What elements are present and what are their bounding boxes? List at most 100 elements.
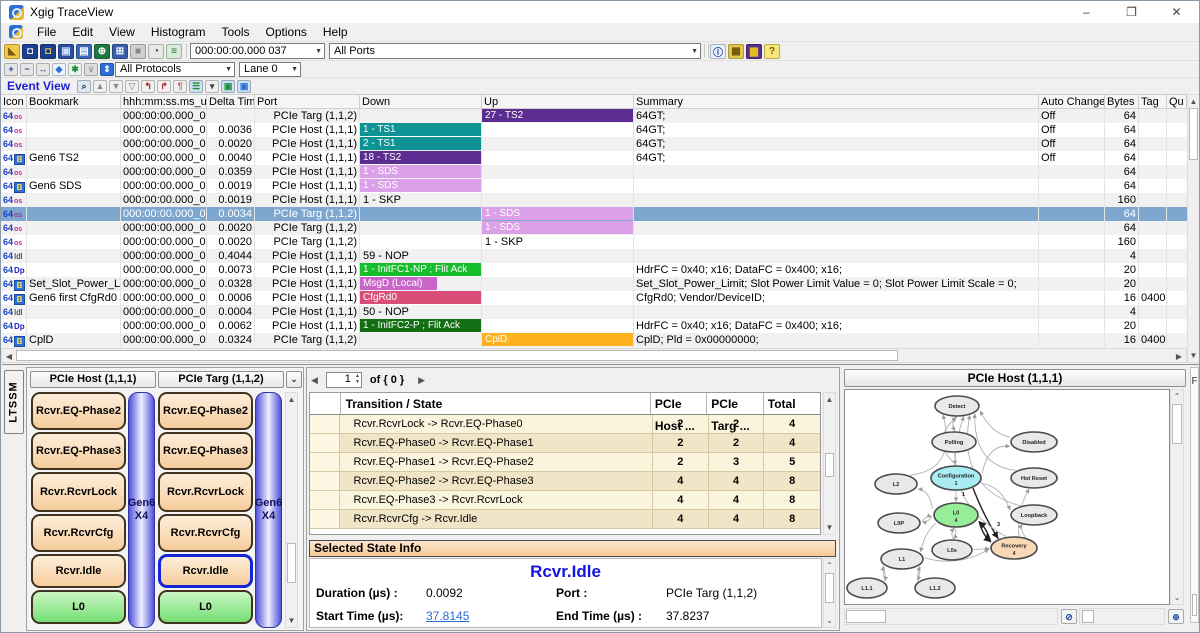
menu-view[interactable]: View	[101, 23, 143, 41]
ltssm-state-rcvr-rcvrlock[interactable]: Rcvr.RcvrLock	[31, 472, 126, 512]
trace-row[interactable]: 64BGen6 SDS000:00:00.000_0370.0019PCIe H…	[1, 179, 1189, 193]
diagram-zoom-slider[interactable]	[1079, 608, 1165, 625]
nav-prev-icon[interactable]: ◀	[311, 375, 318, 386]
column-header-icon[interactable]: Icon	[1, 95, 27, 108]
restore-button[interactable]: ❐	[1109, 1, 1154, 23]
column-header-qu[interactable]: Qu	[1167, 95, 1187, 108]
traffic-light-icon[interactable]: ☰	[189, 80, 203, 93]
save-icon[interactable]: ▣	[58, 44, 74, 59]
ltssm-state-rcvr-eq-phase2[interactable]: Rcvr.EQ-Phase2	[31, 392, 126, 430]
ltssm-host-header[interactable]: PCIe Host (1,1,1)	[30, 371, 156, 388]
clock-icon[interactable]: ◔	[148, 44, 164, 59]
down-triangle-icon[interactable]: ▼	[109, 80, 123, 93]
table-vscrollbar[interactable]: ▲ ▼	[1187, 94, 1200, 363]
trace-row[interactable]: 64Idl000:00:00.000_0380.0004PCIe Host (1…	[1, 305, 1189, 319]
histogram-view-icon[interactable]: ▆	[746, 44, 762, 59]
protocols-combo[interactable]: All Protocols ▼	[115, 62, 235, 77]
trace-row[interactable]: 64Idl000:00:00.000_0380.4044PCIe Host (1…	[1, 249, 1189, 263]
start-time-link[interactable]: 37.8145	[426, 609, 556, 623]
transition-index-spinner[interactable]: 1 ▲▼	[326, 372, 362, 388]
ltssm-state-rcvr-eq-phase3[interactable]: Rcvr.EQ-Phase3	[31, 432, 126, 470]
state-node-l12[interactable]: L1.2	[915, 578, 955, 598]
vertical-sync-icon[interactable]: ⇕	[100, 63, 114, 76]
menu-options[interactable]: Options	[258, 23, 315, 41]
menu-tools[interactable]: Tools	[214, 23, 258, 41]
zoom-out-icon[interactable]: −	[20, 63, 34, 76]
image-map-icon[interactable]: ▦	[728, 44, 744, 59]
transition-row[interactable]: Rcvr.EQ-Phase2 -> Rcvr.EQ-Phase3448	[310, 472, 820, 491]
column-header-delta-time[interactable]: Delta Time	[207, 95, 255, 108]
state-node-l0s[interactable]: L0s	[932, 540, 972, 560]
diagram-hscrollbar[interactable]	[844, 608, 1058, 625]
ports-combo[interactable]: All Ports ▼	[329, 43, 701, 59]
up-triangle-icon[interactable]: ▲	[93, 80, 107, 93]
column-header-down[interactable]: Down	[360, 95, 482, 108]
caret-down-icon[interactable]: ▾	[205, 80, 219, 93]
column-header-hhh-mm-ss-ms-us[interactable]: hhh:mm:ss.ms_us	[121, 95, 207, 108]
close-button[interactable]: ✕	[1154, 1, 1199, 23]
compare-right-icon[interactable]: ▣	[237, 80, 251, 93]
ltssm-vscrollbar[interactable]: ▲ ▼	[285, 392, 298, 628]
snowflake-icon[interactable]: ✱	[68, 63, 82, 76]
trace-row[interactable]: 64os000:00:00.000_0370.0034PCIe Targ (1,…	[1, 207, 1189, 221]
column-header-bytes[interactable]: Bytes	[1105, 95, 1139, 108]
trace-row[interactable]: 64os000:00:00.000_0370.0019PCIe Host (1,…	[1, 193, 1189, 207]
inspect-page-icon[interactable]: ⌕	[77, 80, 91, 93]
fit-width-icon[interactable]: ↔	[36, 63, 50, 76]
timer-info-icon[interactable]: ⓘ	[710, 44, 726, 59]
ltssm-state-rcvr-idle[interactable]: Rcvr.Idle	[158, 554, 253, 588]
tag-icon[interactable]: ◆	[52, 63, 66, 76]
menu-file[interactable]: File	[29, 23, 64, 41]
state-node-recovery[interactable]: Recovery4	[991, 537, 1037, 559]
state-node-l1[interactable]: L1	[881, 549, 923, 569]
trace-row[interactable]: 64os000:00:00.000_037PCIe Targ (1,1,2)27…	[1, 109, 1189, 123]
ltssm-state-rcvr-rcvrcfg[interactable]: Rcvr.RcvrCfg	[158, 514, 253, 552]
trace-row[interactable]: 64BSet_Slot_Power_Limit000:00:00.000_038…	[1, 277, 1189, 291]
export-trace-icon[interactable]: ◘	[22, 44, 38, 59]
state-node-l11[interactable]: L1.1	[847, 578, 887, 598]
ltssm-state-l0[interactable]: L0	[31, 590, 126, 624]
transition-row[interactable]: Rcvr.EQ-Phase3 -> Rcvr.RcvrLock448	[310, 491, 820, 510]
state-node-l0p[interactable]: L0P	[878, 513, 920, 533]
transition-row[interactable]: Rcvr.RcvrLock -> Rcvr.EQ-Phase0224	[310, 415, 820, 434]
trace-row[interactable]: 64Dp000:00:00.000_0380.0062PCIe Host (1,…	[1, 319, 1189, 333]
trace-row[interactable]: 64os000:00:00.000_0370.0020PCIe Targ (1,…	[1, 235, 1189, 249]
compare-left-icon[interactable]: ▣	[221, 80, 235, 93]
menu-help[interactable]: Help	[315, 23, 356, 41]
transition-vscrollbar[interactable]: ▲ ▼	[823, 392, 836, 535]
trace-row[interactable]: 64os000:00:00.000_0370.0020PCIe Targ (1,…	[1, 221, 1189, 235]
column-header-bookmark[interactable]: Bookmark	[27, 95, 121, 108]
help-icon[interactable]: ?	[764, 44, 780, 59]
zoom-in-icon[interactable]: +	[4, 63, 18, 76]
diagram-vscrollbar[interactable]: ⌃ ⌄	[1170, 389, 1184, 605]
table-hscrollbar[interactable]: ◀ ▶	[1, 348, 1187, 363]
column-header-up[interactable]: Up	[482, 95, 634, 108]
trace-row[interactable]: 64BGen6 TS2000:00:00.000_0370.0040PCIe H…	[1, 151, 1189, 165]
trace-row[interactable]: 64os000:00:00.000_0370.0036PCIe Host (1,…	[1, 123, 1189, 137]
stop-icon[interactable]: ■	[130, 44, 146, 59]
ltssm-tab[interactable]: LTSSM	[4, 370, 24, 434]
filter-funnel-icon[interactable]: ▽	[125, 80, 139, 93]
jump-back-icon[interactable]: ↰	[141, 80, 155, 93]
state-node-polling[interactable]: Polling	[932, 432, 976, 452]
state-node-configuration[interactable]: Configuration1	[931, 466, 981, 490]
save-all-icon[interactable]: ▤	[76, 44, 92, 59]
column-header-auto-change[interactable]: Auto Change	[1039, 95, 1105, 108]
minimize-button[interactable]: –	[1064, 1, 1109, 23]
open-folder-icon[interactable]: ◣	[4, 44, 20, 59]
binoculars-icon[interactable]: ∨	[84, 63, 98, 76]
collapsed-panel-tab[interactable]: F	[1190, 367, 1199, 623]
column-header-port[interactable]: Port	[255, 95, 360, 108]
state-node-detect[interactable]: Detect	[935, 396, 979, 416]
world-view-icon[interactable]: ⊕	[94, 44, 110, 59]
lane-combo[interactable]: Lane 0 ▼	[239, 62, 301, 77]
ltssm-state-rcvr-rcvrlock[interactable]: Rcvr.RcvrLock	[158, 472, 253, 512]
transition-row[interactable]: Rcvr.RcvrCfg -> Rcvr.Idle448	[310, 510, 820, 529]
time-combo[interactable]: 000:00:00.000 037 ▼	[190, 43, 325, 59]
ltssm-state-rcvr-idle[interactable]: Rcvr.Idle	[31, 554, 126, 588]
transition-row[interactable]: Rcvr.EQ-Phase0 -> Rcvr.EQ-Phase1224	[310, 434, 820, 453]
menu-edit[interactable]: Edit	[64, 23, 101, 41]
ltssm-state-rcvr-eq-phase3[interactable]: Rcvr.EQ-Phase3	[158, 432, 253, 470]
column-header-tag[interactable]: Tag	[1139, 95, 1167, 108]
export-capture-icon[interactable]: ◘	[40, 44, 56, 59]
